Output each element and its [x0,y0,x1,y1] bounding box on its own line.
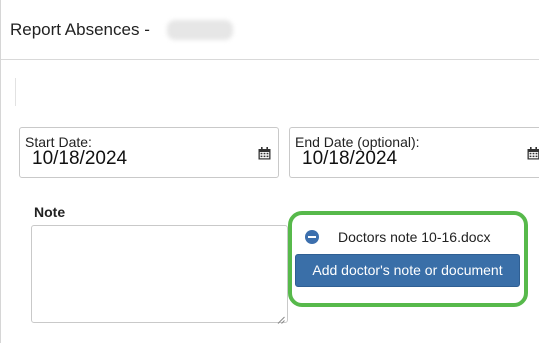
report-absences-panel: Report Absences - Start Date: 10/18/2024… [0,0,539,343]
divider [15,78,16,106]
end-date-field[interactable]: End Date (optional): 10/18/2024 [289,127,539,178]
panel-header: Report Absences - [1,0,539,60]
note-label: Note [34,204,66,220]
start-date-value[interactable]: 10/18/2024 [32,148,127,170]
end-date-value[interactable]: 10/18/2024 [302,148,397,170]
add-document-button[interactable]: Add doctor's note or document [295,254,520,287]
redacted-name [167,20,233,40]
start-date-field[interactable]: Start Date: 10/18/2024 [19,127,279,178]
resize-grip-icon[interactable] [277,311,285,329]
remove-circle-icon[interactable] [304,229,320,250]
page-title: Report Absences - [10,20,150,39]
calendar-icon[interactable] [527,147,539,165]
attached-file-name[interactable]: Doctors note 10-16.docx [338,229,491,245]
note-textarea[interactable] [31,225,288,323]
calendar-icon[interactable] [258,147,271,165]
